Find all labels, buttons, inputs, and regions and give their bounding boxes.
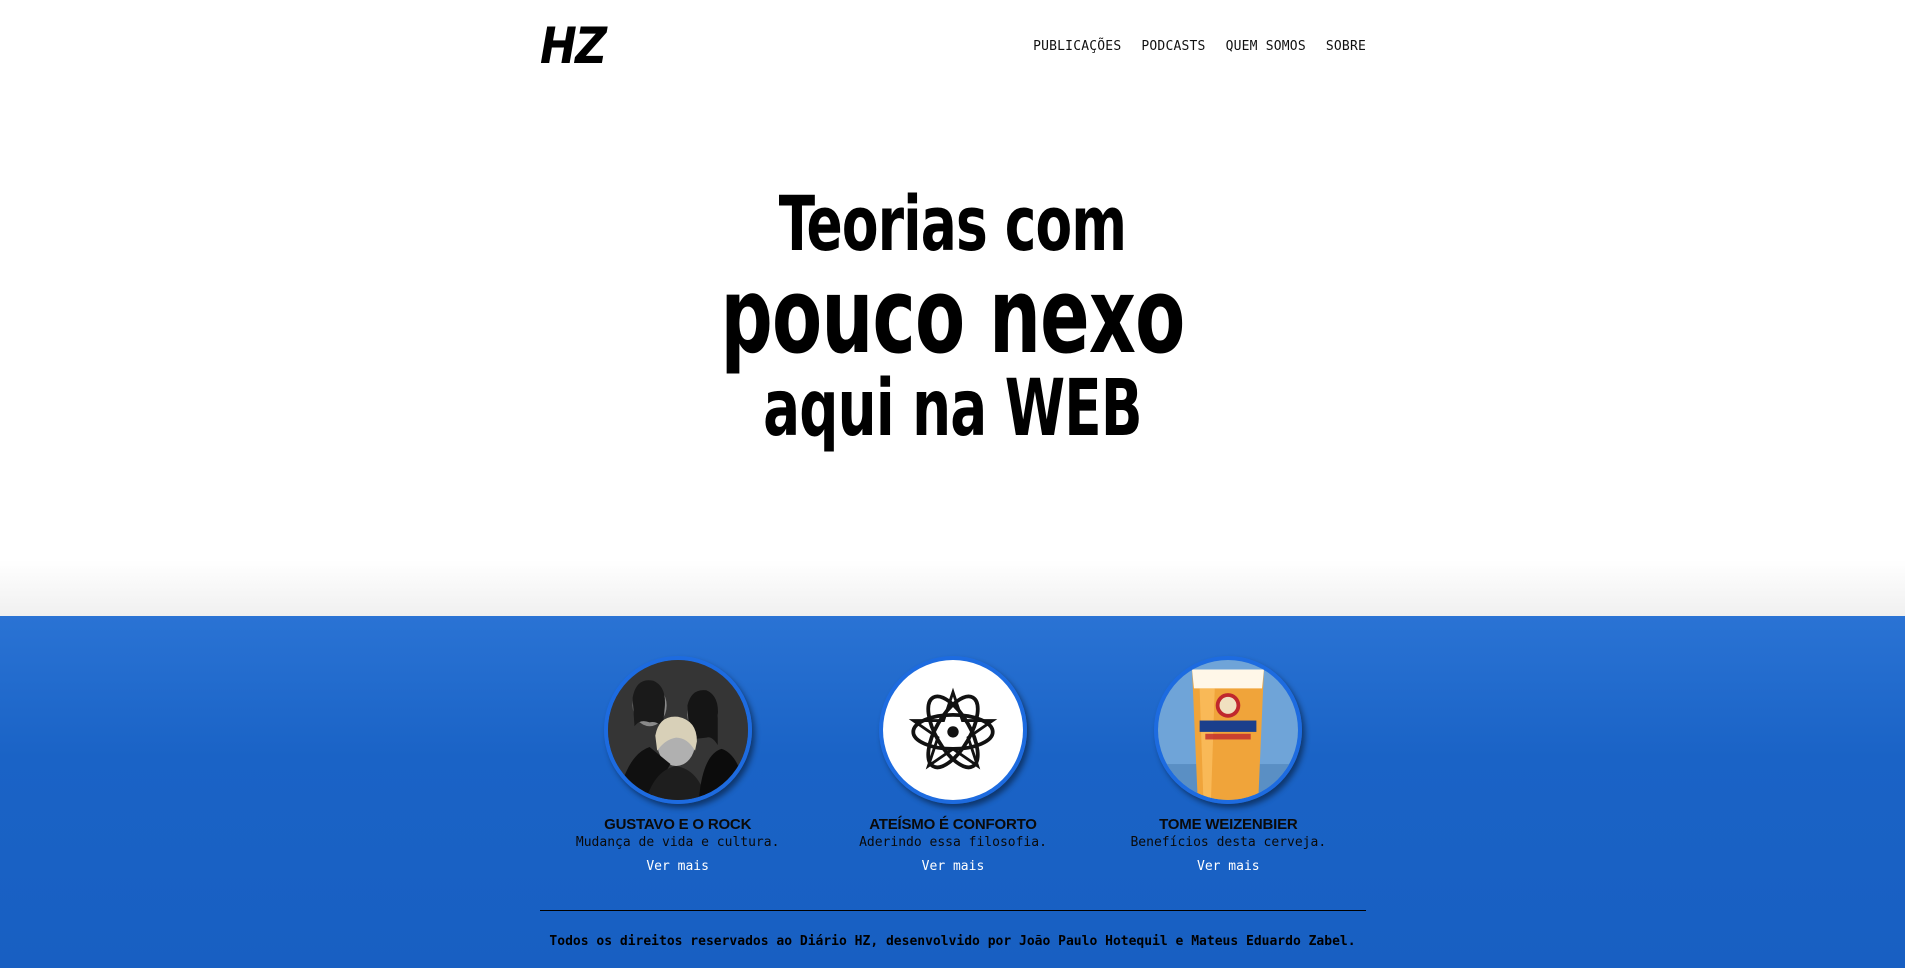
footer-divider	[540, 910, 1366, 911]
atheism-symbol[interactable]	[878, 656, 1027, 804]
main-nav: PUBLICAÇÕES PODCASTS QUEM SOMOS SOBRE	[1033, 39, 1366, 54]
card-description: Benefícios desta cerveja.	[1130, 835, 1327, 850]
site-footer: Todos os direitos reservados ao Diário H…	[0, 934, 1905, 949]
hero-line-2: pouco nexo	[720, 255, 1185, 377]
band-photo[interactable]	[603, 656, 752, 804]
card-title: ATEÍSMO É CONFORTO	[869, 816, 1037, 833]
card-description: Aderindo essa filosofia.	[859, 835, 1047, 850]
hero-heading: Teorias com pouco nexo aqui na WEB	[0, 170, 1905, 454]
card-title: TOME WEIZENBIER	[1159, 816, 1298, 833]
section-fade	[0, 560, 1905, 616]
nav-item-publicacoes[interactable]: PUBLICAÇÕES	[1033, 39, 1121, 54]
site-logo[interactable]: HZ	[540, 21, 607, 71]
post-cards: GUSTAVO E O ROCK Mudança de vida e cultu…	[540, 656, 1366, 874]
ver-mais-link[interactable]: Ver mais	[1197, 859, 1260, 874]
hero-line-3: aqui na WEB	[763, 364, 1143, 454]
nav-item-quem-somos[interactable]: QUEM SOMOS	[1226, 39, 1306, 54]
ver-mais-link[interactable]: Ver mais	[922, 859, 985, 874]
nav-item-podcasts[interactable]: PODCASTS	[1141, 39, 1205, 54]
hero-line-1: Teorias com	[778, 179, 1127, 268]
ver-mais-link[interactable]: Ver mais	[646, 859, 709, 874]
copyright-text: Todos os direitos reservados ao Diário H…	[549, 934, 1356, 949]
post-card: GUSTAVO E O ROCK Mudança de vida e cultu…	[540, 656, 815, 874]
post-card: TOME WEIZENBIER Benefícios desta cerveja…	[1091, 656, 1366, 874]
post-card: ATEÍSMO É CONFORTO Aderindo essa filosof…	[815, 656, 1090, 874]
card-description: Mudança de vida e cultura.	[575, 835, 780, 850]
site-header: HZ PUBLICAÇÕES PODCASTS QUEM SOMOS SOBRE	[540, 18, 1366, 74]
nav-item-sobre[interactable]: SOBRE	[1326, 39, 1366, 54]
card-title: GUSTAVO E O ROCK	[604, 816, 752, 833]
beer-glass[interactable]	[1154, 656, 1303, 804]
